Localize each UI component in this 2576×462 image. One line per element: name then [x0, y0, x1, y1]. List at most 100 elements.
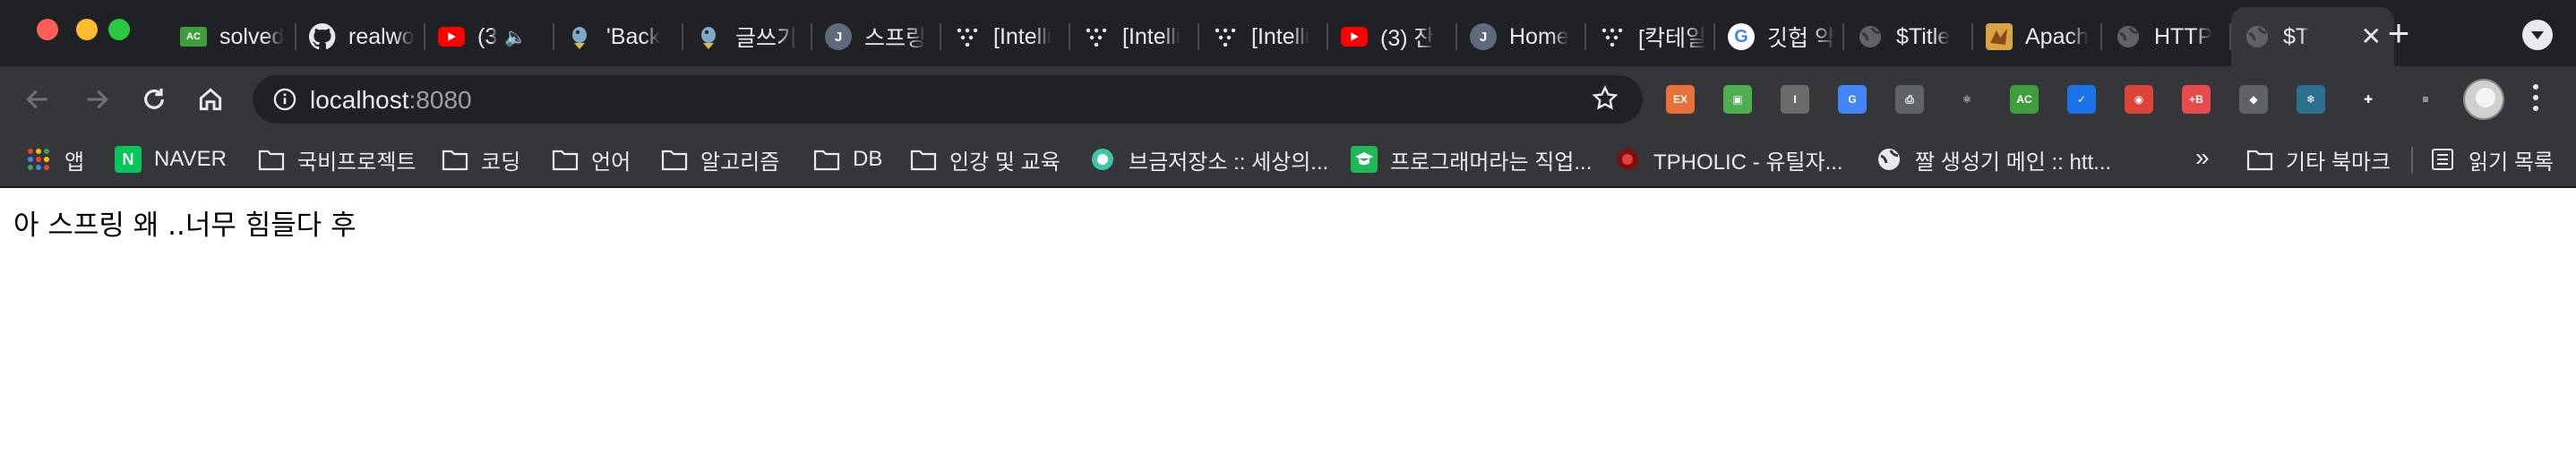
ac-icon: AC: [180, 27, 207, 47]
bookmark-folder[interactable]: DB: [813, 141, 882, 177]
info-icon[interactable]: [272, 87, 297, 116]
address-bar[interactable]: localhost:8080: [253, 75, 1643, 124]
window-minimize-button[interactable]: [76, 19, 98, 40]
folder-icon: [552, 146, 579, 173]
tab-title: HTTP: [2154, 23, 2213, 49]
github-icon: [309, 23, 336, 50]
cube-extension-icon[interactable]: ◆: [2239, 85, 2268, 114]
tab[interactable]: $Title: [1844, 7, 1973, 66]
bookmark-apps[interactable]: 앱: [25, 141, 84, 177]
reading-list[interactable]: 읽기 목록: [2429, 141, 2554, 177]
dots-icon: [1212, 23, 1239, 50]
tab[interactable]: 글쓰기: [683, 7, 812, 66]
tab-title: [Intelli: [993, 23, 1052, 49]
other-bookmarks[interactable]: 기타 북마크: [2246, 141, 2391, 177]
react-extension-icon[interactable]: ⚛: [1953, 85, 1981, 114]
media-icon[interactable]: ≡: [2411, 85, 2440, 114]
tab[interactable]: G 깃헙 약: [1715, 7, 1844, 66]
toolbar: localhost:8080 EX ▣ I G ⎙ ⚛ AC ✓ ◉ +B ◆ ❄ ✚ ≡: [0, 66, 2576, 133]
bird-icon: [567, 23, 594, 50]
reload-button[interactable]: [136, 81, 172, 117]
url-text[interactable]: localhost:8080: [310, 86, 472, 115]
tab-title: Home: [1509, 23, 1569, 49]
ex-extension-icon[interactable]: EX: [1666, 85, 1695, 114]
bookmark-folder[interactable]: 알고리즘: [661, 141, 779, 177]
tab[interactable]: [칵테일: [1586, 7, 1715, 66]
home-icon: [199, 88, 222, 111]
check-extension-icon[interactable]: ✓: [2067, 85, 2096, 114]
bookmarks-overflow-button[interactable]: »: [2195, 143, 2210, 172]
bookmark-folder[interactable]: 국비프로젝트: [258, 141, 416, 177]
tab[interactable]: [Intelli: [941, 7, 1070, 66]
i-extension-icon[interactable]: I: [1781, 85, 1809, 114]
bookmark-label: 앱: [64, 150, 85, 175]
tab[interactable]: (3 🔈: [425, 7, 554, 66]
tab[interactable]: [Intelli: [1199, 7, 1328, 66]
bookmark-link[interactable]: 프로그래머라는 직업...: [1351, 141, 1592, 177]
bookmark-folder[interactable]: 언어: [552, 141, 631, 177]
screen-extension-icon[interactable]: ▣: [1723, 85, 1752, 114]
page-body-text: 아 스프링 왜 ..너무 힘들다 후: [13, 210, 356, 242]
puzzle-icon[interactable]: ✚: [2354, 85, 2383, 114]
tab-active[interactable]: $T ✕: [2231, 7, 2394, 66]
window-close-button[interactable]: [37, 19, 58, 40]
tab[interactable]: AC solved: [167, 7, 296, 66]
url-port: :8080: [408, 86, 472, 114]
globe-icon: [2115, 23, 2142, 50]
ac-extension-icon[interactable]: AC: [2010, 85, 2039, 114]
apache-icon: [1986, 23, 2013, 50]
b-extension-icon[interactable]: +B: [2182, 85, 2211, 114]
tab-title: $Title: [1896, 23, 1951, 49]
print-extension-icon[interactable]: ⎙: [1895, 85, 1924, 114]
tab-title: $T: [2283, 23, 2310, 49]
folder-icon: [442, 146, 468, 173]
tab[interactable]: [Intelli: [1070, 7, 1199, 66]
chrome-extension-icon[interactable]: ◉: [2125, 85, 2153, 114]
bookmark-label: 국비프로젝트: [297, 150, 416, 175]
bookmark-label: NAVER: [154, 147, 227, 171]
profile-avatar[interactable]: [2463, 79, 2504, 120]
back-button[interactable]: [20, 81, 56, 117]
bookmark-naver[interactable]: N NAVER: [115, 141, 227, 177]
naver-icon: N: [115, 146, 142, 173]
bookmark-link[interactable]: 브금저장소 :: 세상의...: [1089, 141, 1328, 177]
snow-extension-icon[interactable]: ❄: [2297, 85, 2325, 114]
bookmark-label: DB: [853, 147, 883, 171]
close-icon[interactable]: ✕: [2361, 23, 2382, 50]
circle-icon: [1089, 146, 1116, 173]
bookmark-folder[interactable]: 코딩: [442, 141, 520, 177]
tab-title: realwo: [348, 23, 415, 49]
bookmark-label: 프로그래머라는 직업...: [1390, 150, 1593, 175]
tab[interactable]: realwo: [296, 7, 425, 66]
folder-icon: [2246, 146, 2273, 173]
bookmark-folder[interactable]: 인강 및 교육: [910, 141, 1060, 177]
reload-icon: [144, 89, 164, 109]
window-maximize-button[interactable]: [108, 19, 130, 40]
menu-kebab-icon[interactable]: [2531, 84, 2540, 116]
globe-icon: [1857, 23, 1884, 50]
new-tab-button[interactable]: +: [2381, 14, 2417, 52]
tab-title: [칵테일: [1638, 26, 1706, 51]
bookmark-label: 읽기 목록: [2469, 150, 2554, 175]
tab-title: [Intelli: [1251, 23, 1310, 49]
tab[interactable]: J Home: [1457, 7, 1586, 66]
tab[interactable]: J 스프링: [812, 7, 941, 66]
star-icon[interactable]: [1591, 84, 1619, 117]
bookmark-link[interactable]: 짤 생성기 메인 :: htt...: [1876, 141, 2111, 177]
speaker-icon[interactable]: 🔈: [504, 26, 527, 48]
tab-title: 깃헙 약: [1767, 26, 1835, 51]
tab-strip: AC solved realwo (3 🔈 'Back 글쓰기 J 스프링 [I…: [0, 0, 2576, 66]
youtube-icon: [438, 27, 465, 47]
tab-search-button[interactable]: [2522, 20, 2553, 50]
forward-button[interactable]: [79, 81, 115, 117]
globe-icon: [1876, 146, 1902, 173]
tab[interactable]: (3) 잔: [1328, 7, 1457, 66]
tab[interactable]: HTTP: [2102, 7, 2231, 66]
home-button[interactable]: [193, 81, 228, 117]
globe-icon: [2244, 23, 2271, 50]
bookmark-link[interactable]: TPHOLIC - 유틸자...: [1614, 141, 1843, 177]
tab[interactable]: Apach: [1973, 7, 2102, 66]
translate-extension-icon[interactable]: G: [1838, 85, 1867, 114]
tab[interactable]: 'Back: [554, 7, 683, 66]
bookmark-label: 인강 및 교육: [949, 150, 1060, 175]
